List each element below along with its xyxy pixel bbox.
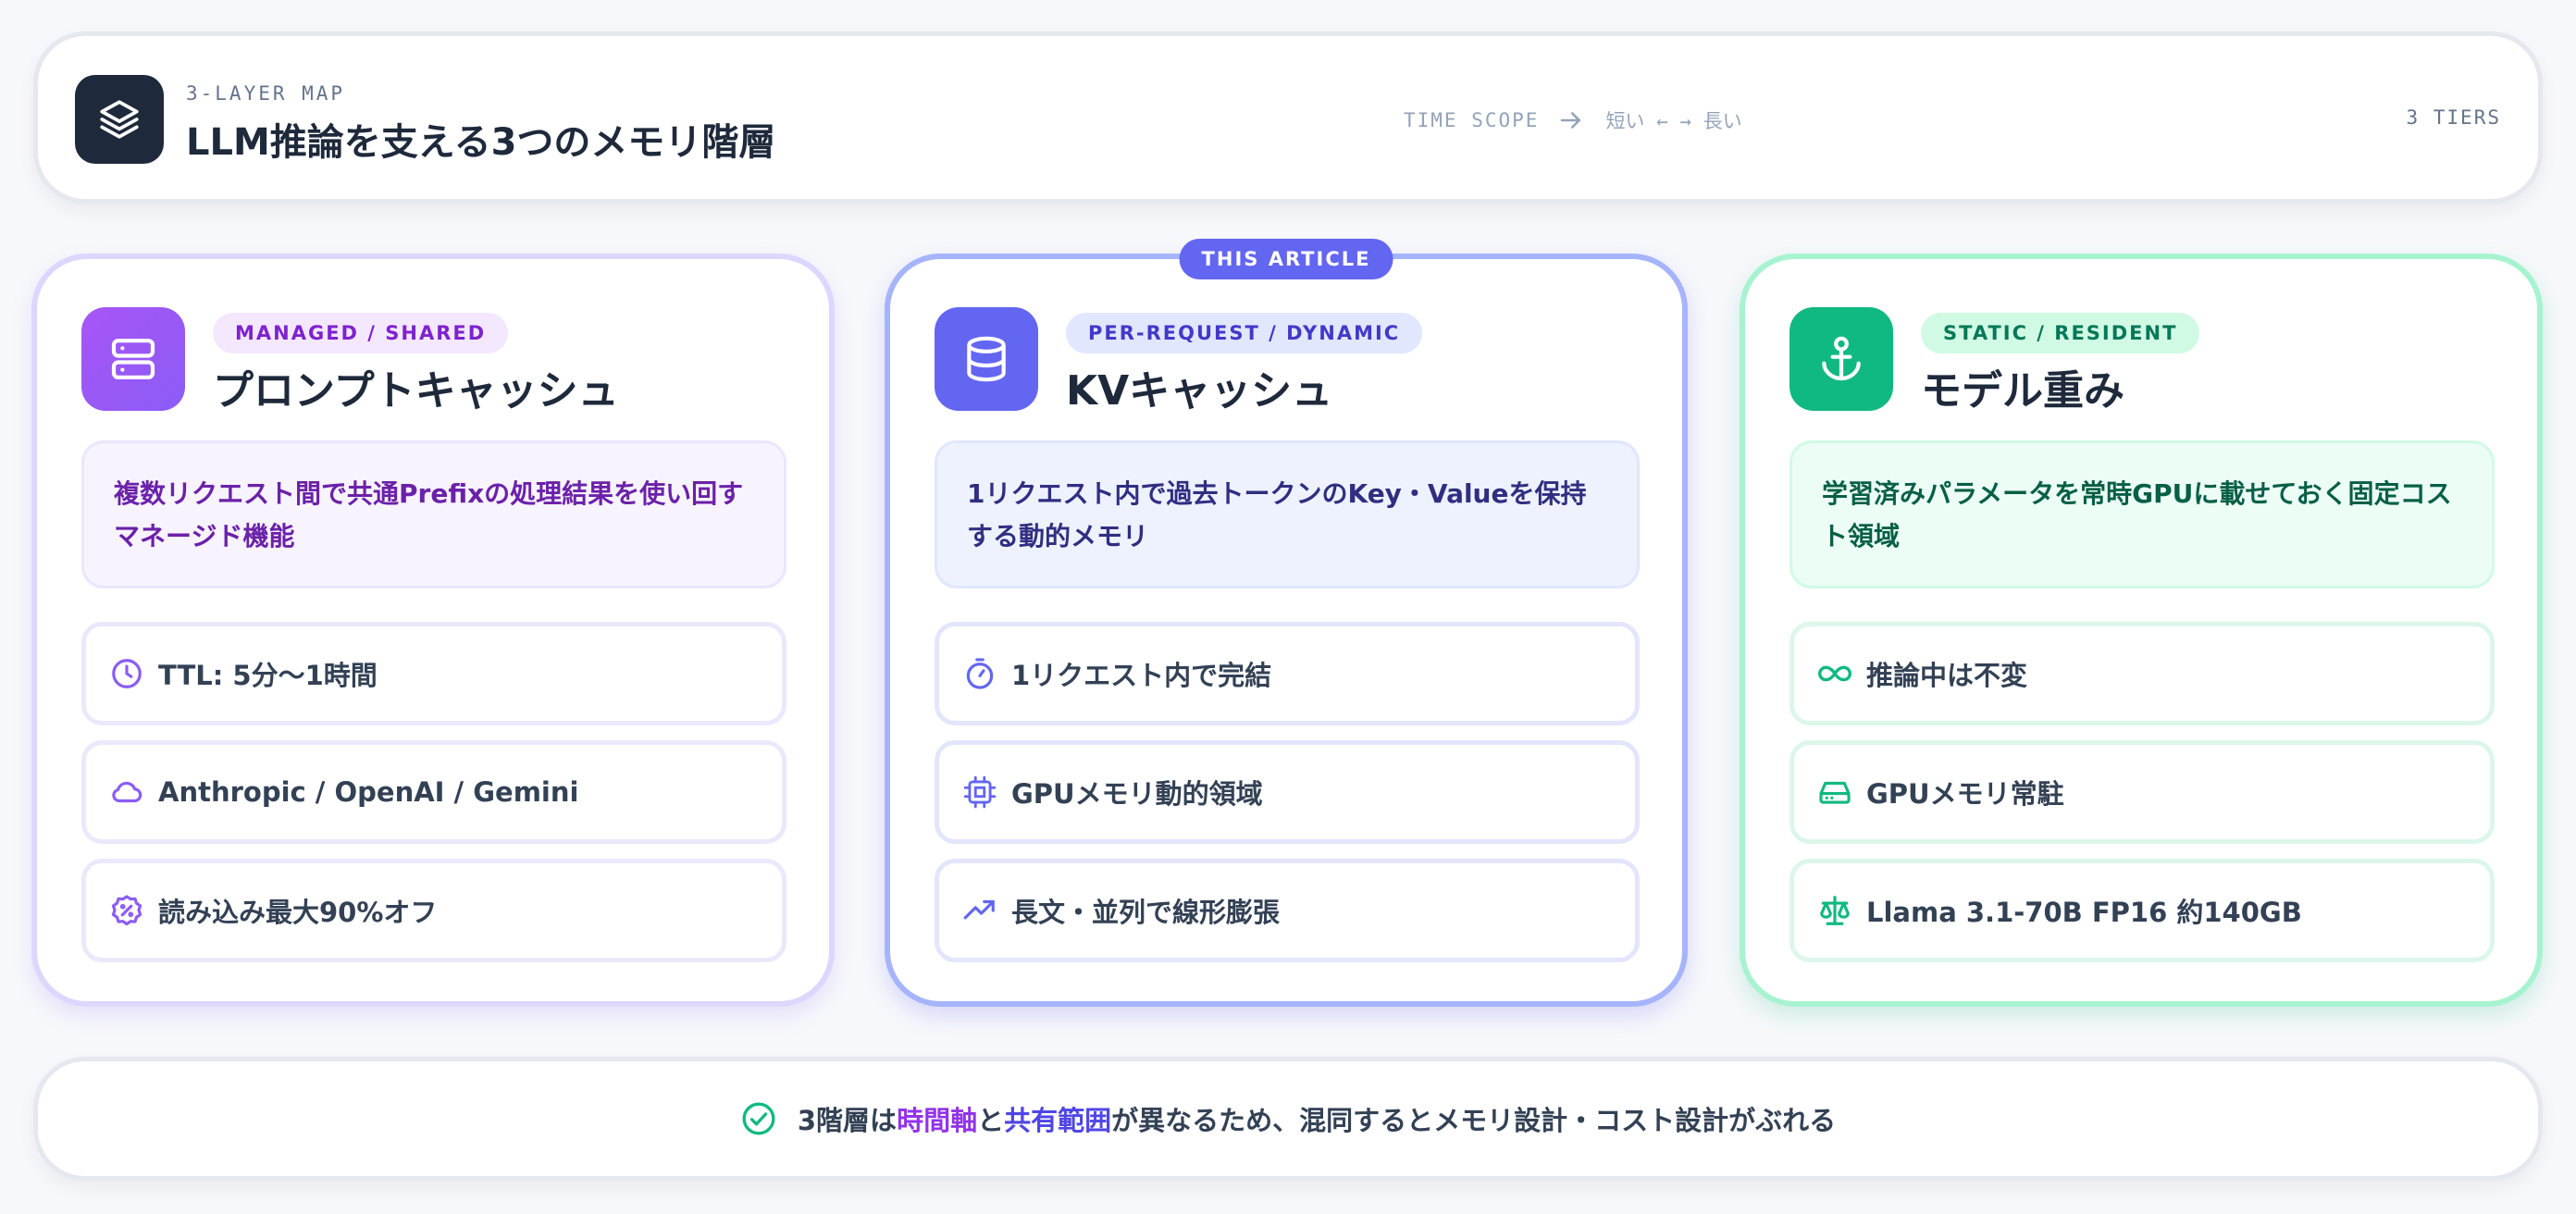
header-kicker: 3-LAYER MAP <box>186 82 346 105</box>
card-title: モデル重み <box>1921 367 2124 415</box>
feature-text: Anthropic / OpenAI / Gemini <box>158 776 579 808</box>
cloud-icon <box>108 774 145 811</box>
layers-icon <box>75 75 164 164</box>
card-kv-cache: THIS ARTICLE PER-REQUEST / DYNAMIC KVキャッ… <box>885 239 1688 1007</box>
trending-up-icon <box>961 892 998 929</box>
summary-bar: 3階層は 時間軸と共有範囲 が異なるため、混同するとメモリ設計・コスト設計がぶれる <box>33 1057 2543 1181</box>
time-scope-label: TIME SCOPE <box>1404 109 1540 131</box>
check-circle-icon <box>740 1100 777 1137</box>
feature-item: 1リクエスト内で完結 <box>935 622 1640 725</box>
card-title: KVキャッシュ <box>1066 367 1333 415</box>
feature-item: 読み込み最大90%オフ <box>81 859 786 962</box>
card-description: 複数リクエスト間で共通Prefixの処理結果を使い回すマネージド機能 <box>81 440 786 588</box>
card-description: 学習済みパラメータを常時GPUに載せておく固定コスト領域 <box>1790 440 2495 588</box>
card-prompt-cache: MANAGED / SHARED プロンプトキャッシュ 複数リクエスト間で共通P… <box>31 254 835 1007</box>
feature-text: 読み込み最大90%オフ <box>158 897 438 928</box>
timer-icon <box>961 655 998 692</box>
summary-highlight-scope: 共有範囲 <box>1004 1105 1112 1136</box>
feature-item: Llama 3.1-70B FP16 約140GB <box>1790 859 2495 962</box>
feature-item: TTL: 5分〜1時間 <box>81 622 786 725</box>
feature-item: 長文・並列で線形膨張 <box>935 859 1640 962</box>
category-pill: MANAGED / SHARED <box>213 313 509 353</box>
time-scope: TIME SCOPE 短い ← → 長い <box>1404 106 1742 134</box>
summary-highlight-time: 時間軸 <box>897 1105 978 1136</box>
card-model-weights: STATIC / RESIDENT モデル重み 学習済みパラメータを常時GPUに… <box>1740 254 2543 1007</box>
card-title: プロンプトキャッシュ <box>213 367 619 415</box>
server-icon <box>81 307 185 411</box>
summary-text-2: と <box>977 1105 1005 1136</box>
feature-text: GPUメモリ常駐 <box>1866 778 2064 810</box>
category-pill: PER-REQUEST / DYNAMIC <box>1066 313 1423 353</box>
feature-item: 推論中は不変 <box>1790 622 2495 725</box>
tier-count: 3 TIERS <box>2406 106 2501 129</box>
feature-item: GPUメモリ動的領域 <box>935 740 1640 844</box>
page-title: LLM推論を支える3つのメモリ階層 <box>186 121 776 164</box>
feature-text: Llama 3.1-70B FP16 約140GB <box>1866 897 2302 928</box>
clock-icon <box>108 655 145 692</box>
anchor-icon <box>1790 307 1893 411</box>
summary-text-3: が異なるため、混同するとメモリ設計・コスト設計がぶれる <box>1111 1105 1837 1136</box>
hard-drive-icon <box>1816 774 1853 811</box>
discount-icon <box>108 892 145 929</box>
feature-text: GPUメモリ動的領域 <box>1011 778 1263 810</box>
feature-text: 長文・並列で線形膨張 <box>1011 897 1281 928</box>
chip-icon <box>961 774 998 811</box>
header-bar: 3-LAYER MAP LLM推論を支える3つのメモリ階層 TIME SCOPE… <box>33 31 2543 204</box>
feature-item: GPUメモリ常駐 <box>1790 740 2495 844</box>
summary-text-1: 3階層は <box>797 1105 898 1136</box>
database-icon <box>935 307 1038 411</box>
time-scope-range: 短い ← → 長い <box>1605 110 1742 132</box>
category-pill: STATIC / RESIDENT <box>1921 313 2200 353</box>
this-article-badge: THIS ARTICLE <box>1179 239 1393 279</box>
arrow-right-icon <box>1557 106 1585 134</box>
feature-item: Anthropic / OpenAI / Gemini <box>81 740 786 844</box>
infinity-icon <box>1816 655 1853 692</box>
card-description: 1リクエスト内で過去トークンのKey・Valueを保持する動的メモリ <box>935 440 1640 588</box>
feature-text: 1リクエスト内で完結 <box>1011 660 1272 691</box>
feature-text: TTL: 5分〜1時間 <box>158 660 378 691</box>
scale-icon <box>1816 892 1853 929</box>
feature-text: 推論中は不変 <box>1866 660 2028 691</box>
